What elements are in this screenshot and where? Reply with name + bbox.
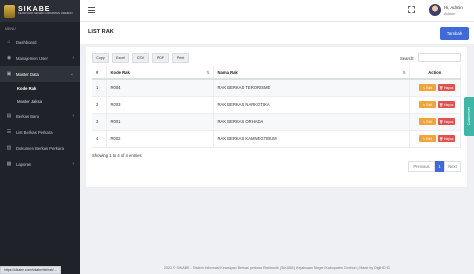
column-header-action: Action: [409, 66, 461, 80]
cell-nama: RAK BERKAS ORHADA: [213, 113, 410, 131]
report-icon: ▦: [6, 161, 12, 167]
cell-no: 4: [92, 130, 107, 148]
delete-button[interactable]: 🗑 Hapus: [437, 84, 455, 92]
user-name[interactable]: Hi, Admin: [444, 5, 463, 10]
copy-button[interactable]: Copy: [92, 53, 109, 63]
chevron-right-icon: ›: [72, 113, 74, 119]
column-header-no[interactable]: #: [92, 66, 107, 80]
page-1-button[interactable]: 1: [435, 161, 444, 172]
pagination: Previous 1 Next: [408, 161, 461, 172]
rak-table: # Kode Rak ⇅ Nama Rak ⇅ Action 1 R004 RAK …: [92, 66, 461, 148]
sidebar-item-laporan[interactable]: ▦ Laporan ›: [0, 156, 80, 172]
brand-subtitle: KEJAKSAAN NEGERI KABUPATEN CIREBON: [18, 12, 73, 16]
cell-action: ✎ Edit 🗑 Hapus: [409, 130, 461, 148]
sidebar-item-label: Manajemen User: [16, 55, 48, 61]
sidebar-item-label: Berkas Baru: [16, 113, 40, 119]
cell-nama: RAK BERKAS KAMNEGTIBUM: [213, 130, 410, 148]
csv-button[interactable]: CSV: [132, 53, 149, 63]
sidebar-item-label: Dashboard: [16, 39, 37, 45]
export-buttons: Copy Excel CSV PDF Print: [92, 53, 189, 63]
cell-no: 1: [92, 79, 107, 97]
sidebar-item-label: Dokumen Berkas Perkara: [16, 145, 64, 151]
logo-icon: [4, 4, 15, 18]
edit-button[interactable]: ✎ Edit: [418, 135, 436, 142]
page-header: LIST RAK Tambah: [80, 22, 474, 44]
sidebar-item-dashboard[interactable]: ⌂ Dashboard: [0, 34, 80, 50]
customizer-tab[interactable]: Customizer: [464, 97, 474, 136]
sidebar-item-dokumen-berkas-perkara[interactable]: ▥ Dokumen Berkas Perkara: [0, 140, 80, 156]
sidebar-item-list-berkas-perkara[interactable]: ☰ List Berkas Perkara: [0, 124, 80, 140]
delete-button[interactable]: 🗑 Hapus: [437, 101, 455, 108]
edit-button[interactable]: ✎ Edit: [418, 118, 436, 125]
cell-kode: R002: [106, 130, 214, 148]
sidebar-item-label: Master Data: [16, 71, 39, 77]
cell-nama: RAK BERKAS NARKOTIKA: [213, 96, 410, 114]
folder-icon: ▣: [6, 71, 12, 77]
edit-button[interactable]: ✎ Edit: [418, 101, 436, 108]
delete-button[interactable]: 🗑 Hapus: [437, 118, 455, 125]
sidebar-item-label: List Berkas Perkara: [16, 129, 53, 135]
column-header-kode-rak[interactable]: Kode Rak ⇅: [106, 66, 214, 80]
document-icon: ▥: [6, 145, 12, 151]
table-row: 3 R001 RAK BERKAS ORHADA ✎ Edit 🗑 Hapus: [92, 113, 461, 131]
cell-kode: R004: [106, 79, 214, 97]
sidebar-subitem-master-jaksa[interactable]: Master Jaksa: [0, 95, 80, 108]
print-button[interactable]: Print: [172, 53, 189, 63]
sidebar-item-label: Laporan: [16, 161, 32, 167]
cell-kode: R001: [106, 113, 214, 131]
pdf-button[interactable]: PDF: [152, 53, 169, 63]
menu-label: MENU: [5, 27, 16, 31]
cell-nama: RAK BERKAS TERORISME: [213, 79, 410, 97]
table-row: 1 R004 RAK BERKAS TERORISME ✎ Edit 🗑 Hap…: [92, 79, 461, 97]
hamburger-menu-icon[interactable]: [88, 7, 95, 13]
cell-kode: R003: [106, 96, 214, 114]
avatar[interactable]: [429, 4, 441, 16]
cell-action: ✎ Edit 🗑 Hapus: [409, 96, 461, 114]
file-icon: ▤: [6, 113, 12, 119]
users-icon: ◉: [6, 55, 12, 61]
status-bar-url: https://sikabe.com/sikabe/list/rak/...: [0, 266, 61, 274]
table-row: 2 R003 RAK BERKAS NARKOTIKA ✎ Edit 🗑 Hap…: [92, 96, 461, 114]
edit-button[interactable]: ✎ Edit: [418, 84, 436, 92]
sidebar: SIKABE KEJAKSAAN NEGERI KABUPATEN CIREBO…: [0, 0, 80, 274]
column-header-nama-rak[interactable]: Nama Rak ⇅: [213, 66, 410, 80]
sidebar-item-manajemen-user[interactable]: ◉ Manajemen User ›: [0, 50, 80, 66]
fullscreen-icon[interactable]: [408, 6, 415, 13]
cell-action: ✎ Edit 🗑 Hapus: [409, 79, 461, 97]
entries-info: Showing 1 to 4 of 4 entries: [92, 153, 142, 158]
cell-no: 3: [92, 113, 107, 131]
topbar: Hi, Admin Admin: [80, 0, 474, 22]
home-icon: ⌂: [7, 39, 11, 45]
add-button[interactable]: Tambah: [440, 27, 469, 40]
footer: 2023 © SIKABE - Sistem Informasi Kearsip…: [80, 261, 474, 274]
search-input[interactable]: [418, 53, 461, 62]
next-page-button[interactable]: Next: [444, 161, 461, 172]
page-title: LIST RAK: [88, 29, 114, 35]
delete-button[interactable]: 🗑 Hapus: [437, 135, 455, 142]
cell-no: 2: [92, 96, 107, 114]
user-role: Admin: [444, 11, 456, 16]
brand[interactable]: SIKABE KEJAKSAAN NEGERI KABUPATEN CIREBO…: [0, 0, 80, 22]
data-table-card: Copy Excel CSV PDF Print Search: # Kode …: [86, 47, 467, 187]
footer-text: 2023 © SIKABE - Sistem Informasi Kearsip…: [163, 265, 391, 270]
chevron-right-icon: ›: [72, 55, 74, 61]
chevron-right-icon: ›: [72, 161, 74, 167]
sort-icon: ⇅: [402, 71, 406, 75]
search-label: Search:: [400, 56, 415, 61]
sort-icon: ⇅: [206, 71, 210, 75]
customizer-label: Customizer: [467, 107, 471, 126]
table-row: 4 R002 RAK BERKAS KAMNEGTIBUM ✎ Edit 🗑 H…: [92, 130, 461, 148]
list-icon: ☰: [6, 129, 12, 135]
chevron-down-icon: ⌄: [69, 71, 74, 77]
excel-button[interactable]: Excel: [112, 53, 129, 63]
previous-page-button[interactable]: Previous: [408, 161, 435, 172]
sidebar-item-master-data[interactable]: ▣ Master Data ⌄: [0, 66, 80, 82]
sidebar-subitem-kode-rak[interactable]: Kode Rak: [0, 82, 80, 95]
sidebar-item-berkas-baru[interactable]: ▤ Berkas Baru ›: [0, 108, 80, 124]
cell-action: ✎ Edit 🗑 Hapus: [409, 113, 461, 131]
